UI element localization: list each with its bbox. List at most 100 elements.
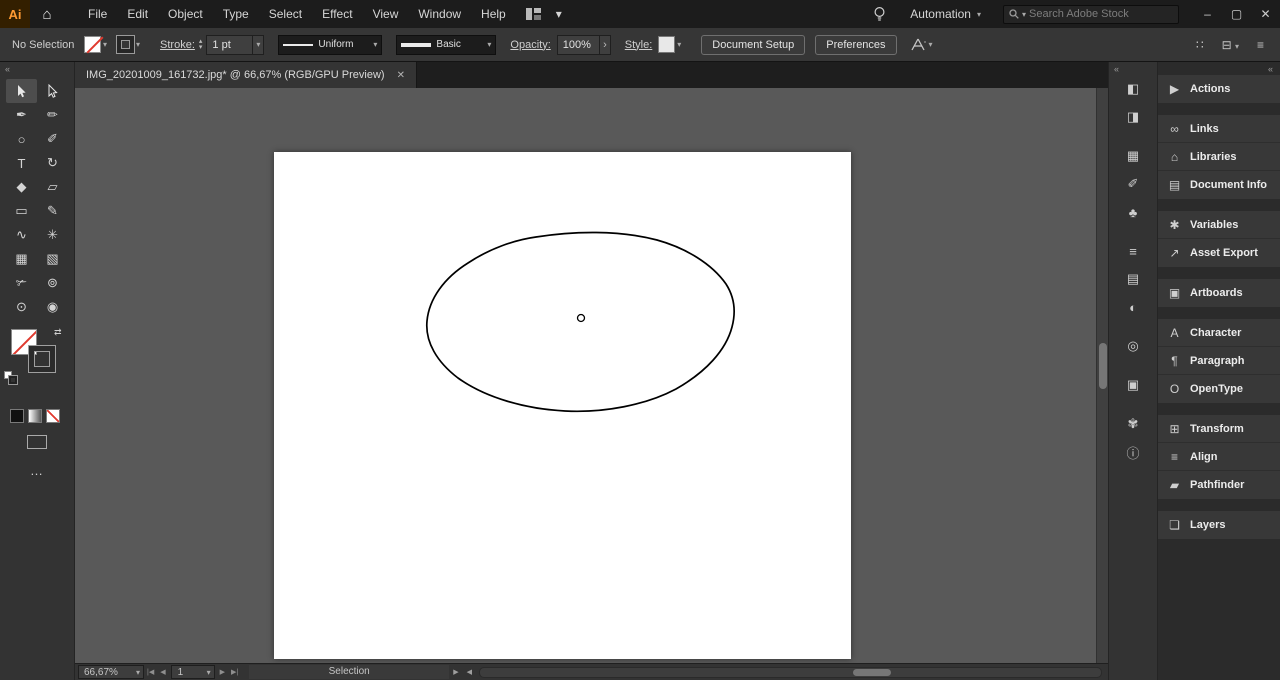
default-fill-stroke-icon[interactable]	[4, 371, 18, 385]
knife-tool[interactable]: ✃	[6, 271, 37, 295]
panel-asset-export[interactable]: ↗ Asset Export	[1158, 239, 1280, 267]
document-tab[interactable]: IMG_20201009_161732.jpg* @ 66,67% (RGB/G…	[75, 62, 417, 88]
panel-pathfinder[interactable]: ▰ Pathfinder	[1158, 471, 1280, 499]
panel-links[interactable]: ∞ Links	[1158, 115, 1280, 143]
fill-color-dropdown[interactable]: ▾	[84, 36, 107, 53]
width-profile-dropdown[interactable]: Uniform ▾	[278, 34, 383, 55]
eraser-tool[interactable]: ◆	[6, 175, 37, 199]
panel-actions[interactable]: ▶ Actions	[1158, 75, 1280, 103]
swatches-panel-icon[interactable]: ▦	[1115, 143, 1151, 169]
color-guide-panel-icon[interactable]: ◨	[1115, 104, 1151, 130]
swap-fill-stroke-icon[interactable]: ⇄	[54, 327, 62, 338]
type-tool[interactable]: T	[6, 151, 37, 175]
stroke-weight-field[interactable]: 1 pt ▾	[206, 34, 265, 55]
edit-toolbar-ellipsis[interactable]: …	[0, 463, 74, 478]
status-display[interactable]: Selection	[249, 665, 450, 679]
opacity-flyout[interactable]: ›	[599, 35, 610, 54]
menu-file[interactable]: File	[78, 0, 117, 28]
stroke-weight-label[interactable]: Stroke:	[160, 39, 195, 51]
appearance-panel-icon[interactable]: ◎	[1115, 333, 1151, 359]
direct-selection-tool[interactable]	[37, 79, 68, 103]
menu-view[interactable]: View	[363, 0, 409, 28]
artboard-navigation-dropdown[interactable]: 1 ▾	[170, 665, 215, 679]
canvas[interactable]	[75, 88, 1108, 663]
width-tool[interactable]: ∿	[6, 223, 37, 247]
opacity-field[interactable]: 100% ›	[556, 34, 611, 55]
ellipse-tool[interactable]: ○	[6, 127, 37, 151]
panel-variables[interactable]: ✱ Variables	[1158, 211, 1280, 239]
center-dot[interactable]	[576, 313, 586, 323]
drawing-mode-icon[interactable]	[27, 435, 47, 449]
blend-tool[interactable]: ⊚	[37, 271, 68, 295]
gradient-button[interactable]	[28, 409, 42, 423]
menu-help[interactable]: Help	[471, 0, 516, 28]
panel-opentype[interactable]: O OpenType	[1158, 375, 1280, 403]
artboard-tool[interactable]: ▦	[6, 247, 37, 271]
horizontal-scrollbar[interactable]	[478, 666, 1102, 678]
discover-bulb-icon[interactable]	[873, 6, 886, 22]
dock-columns-icon[interactable]: ∷	[1196, 38, 1204, 52]
vertical-scrollbar[interactable]	[1096, 88, 1108, 663]
graphic-style-dropdown[interactable]: ▾	[658, 36, 681, 53]
transparency-panel-icon[interactable]: ◐	[1115, 294, 1151, 320]
close-button[interactable]: ✕	[1251, 0, 1280, 28]
color-panel-icon[interactable]: ◧	[1115, 76, 1151, 102]
rotate-tool[interactable]: ↻	[37, 151, 68, 175]
arrange-documents-dropdown[interactable]: ⊟ ▾	[1222, 38, 1239, 52]
minimize-button[interactable]: –	[1193, 0, 1222, 28]
menu-type[interactable]: Type	[213, 0, 259, 28]
panel-paragraph[interactable]: ¶ Paragraph	[1158, 347, 1280, 375]
selection-tool[interactable]	[6, 79, 37, 103]
panel-transform[interactable]: ⊞ Transform	[1158, 415, 1280, 443]
horizontal-scrollbar-thumb[interactable]	[852, 668, 891, 676]
stock-search-input[interactable]	[1029, 8, 1173, 20]
graphic-styles-panel-icon[interactable]: ▣	[1115, 372, 1151, 398]
menu-effect[interactable]: Effect	[312, 0, 362, 28]
panel-layers[interactable]: ❏ Layers	[1158, 511, 1280, 539]
menu-select[interactable]: Select	[259, 0, 312, 28]
chevron-down-icon[interactable]: ▾	[1022, 10, 1026, 19]
info-panel-icon[interactable]: ⓘ	[1115, 439, 1151, 465]
symbol-sprayer-tool[interactable]: ✳	[37, 223, 68, 247]
preferences-button[interactable]: Preferences	[815, 34, 897, 55]
pen-tool[interactable]: ✒	[6, 103, 37, 127]
gradient-panel-icon[interactable]: ▤	[1115, 266, 1151, 292]
expand-dock-icon[interactable]: «	[1109, 62, 1125, 75]
stroke-color-dropdown[interactable]: ▾	[116, 35, 140, 54]
artboard[interactable]	[274, 152, 851, 659]
hand-tool[interactable]: ◉	[37, 295, 68, 319]
style-label[interactable]: Style:	[625, 39, 653, 51]
vertical-scrollbar-thumb[interactable]	[1099, 343, 1107, 389]
symbols-panel-icon[interactable]: ♣	[1115, 199, 1151, 225]
collapse-tools-icon[interactable]: «	[0, 62, 74, 75]
gradient-tool[interactable]: ▱	[37, 175, 68, 199]
eyedropper-tool[interactable]: ✎	[37, 199, 68, 223]
none-button[interactable]	[46, 409, 60, 423]
opacity-label[interactable]: Opacity:	[510, 39, 550, 51]
stroke-indicator[interactable]	[28, 345, 56, 373]
tab-close-icon[interactable]: ✕	[397, 70, 405, 81]
workspace-switcher-icon[interactable]: ▾	[516, 0, 582, 28]
free-transform-tool[interactable]: ▧	[37, 247, 68, 271]
next-artboard-button[interactable]: ▶	[217, 668, 228, 676]
align-options-dropdown[interactable]: ▾	[910, 38, 933, 51]
home-icon[interactable]: ⌂	[30, 6, 64, 23]
collapse-dock-icon[interactable]: «	[1158, 62, 1280, 75]
first-artboard-button[interactable]: |◀	[144, 668, 157, 676]
document-setup-button[interactable]: Document Setup	[701, 34, 806, 55]
menu-window[interactable]: Window	[408, 0, 471, 28]
status-forward-icon[interactable]: ▶	[449, 668, 462, 676]
settings-panel-icon[interactable]: ✾	[1115, 411, 1151, 437]
last-artboard-button[interactable]: ▶|	[228, 668, 241, 676]
paintbrush-tool[interactable]: ✐	[37, 127, 68, 151]
menu-object[interactable]: Object	[158, 0, 213, 28]
status-back-icon[interactable]: ◀	[463, 668, 476, 676]
panel-character[interactable]: A Character	[1158, 319, 1280, 347]
color-button[interactable]	[10, 409, 24, 423]
panel-libraries[interactable]: ⌂ Libraries	[1158, 143, 1280, 171]
brushes-panel-icon[interactable]: ✐	[1115, 171, 1151, 197]
stroke-panel-icon[interactable]: ≡	[1115, 238, 1151, 264]
panel-document-info[interactable]: ▤ Document Info	[1158, 171, 1280, 199]
panel-menu-icon[interactable]: ≡	[1257, 38, 1264, 52]
curvature-tool[interactable]: ✏	[37, 103, 68, 127]
